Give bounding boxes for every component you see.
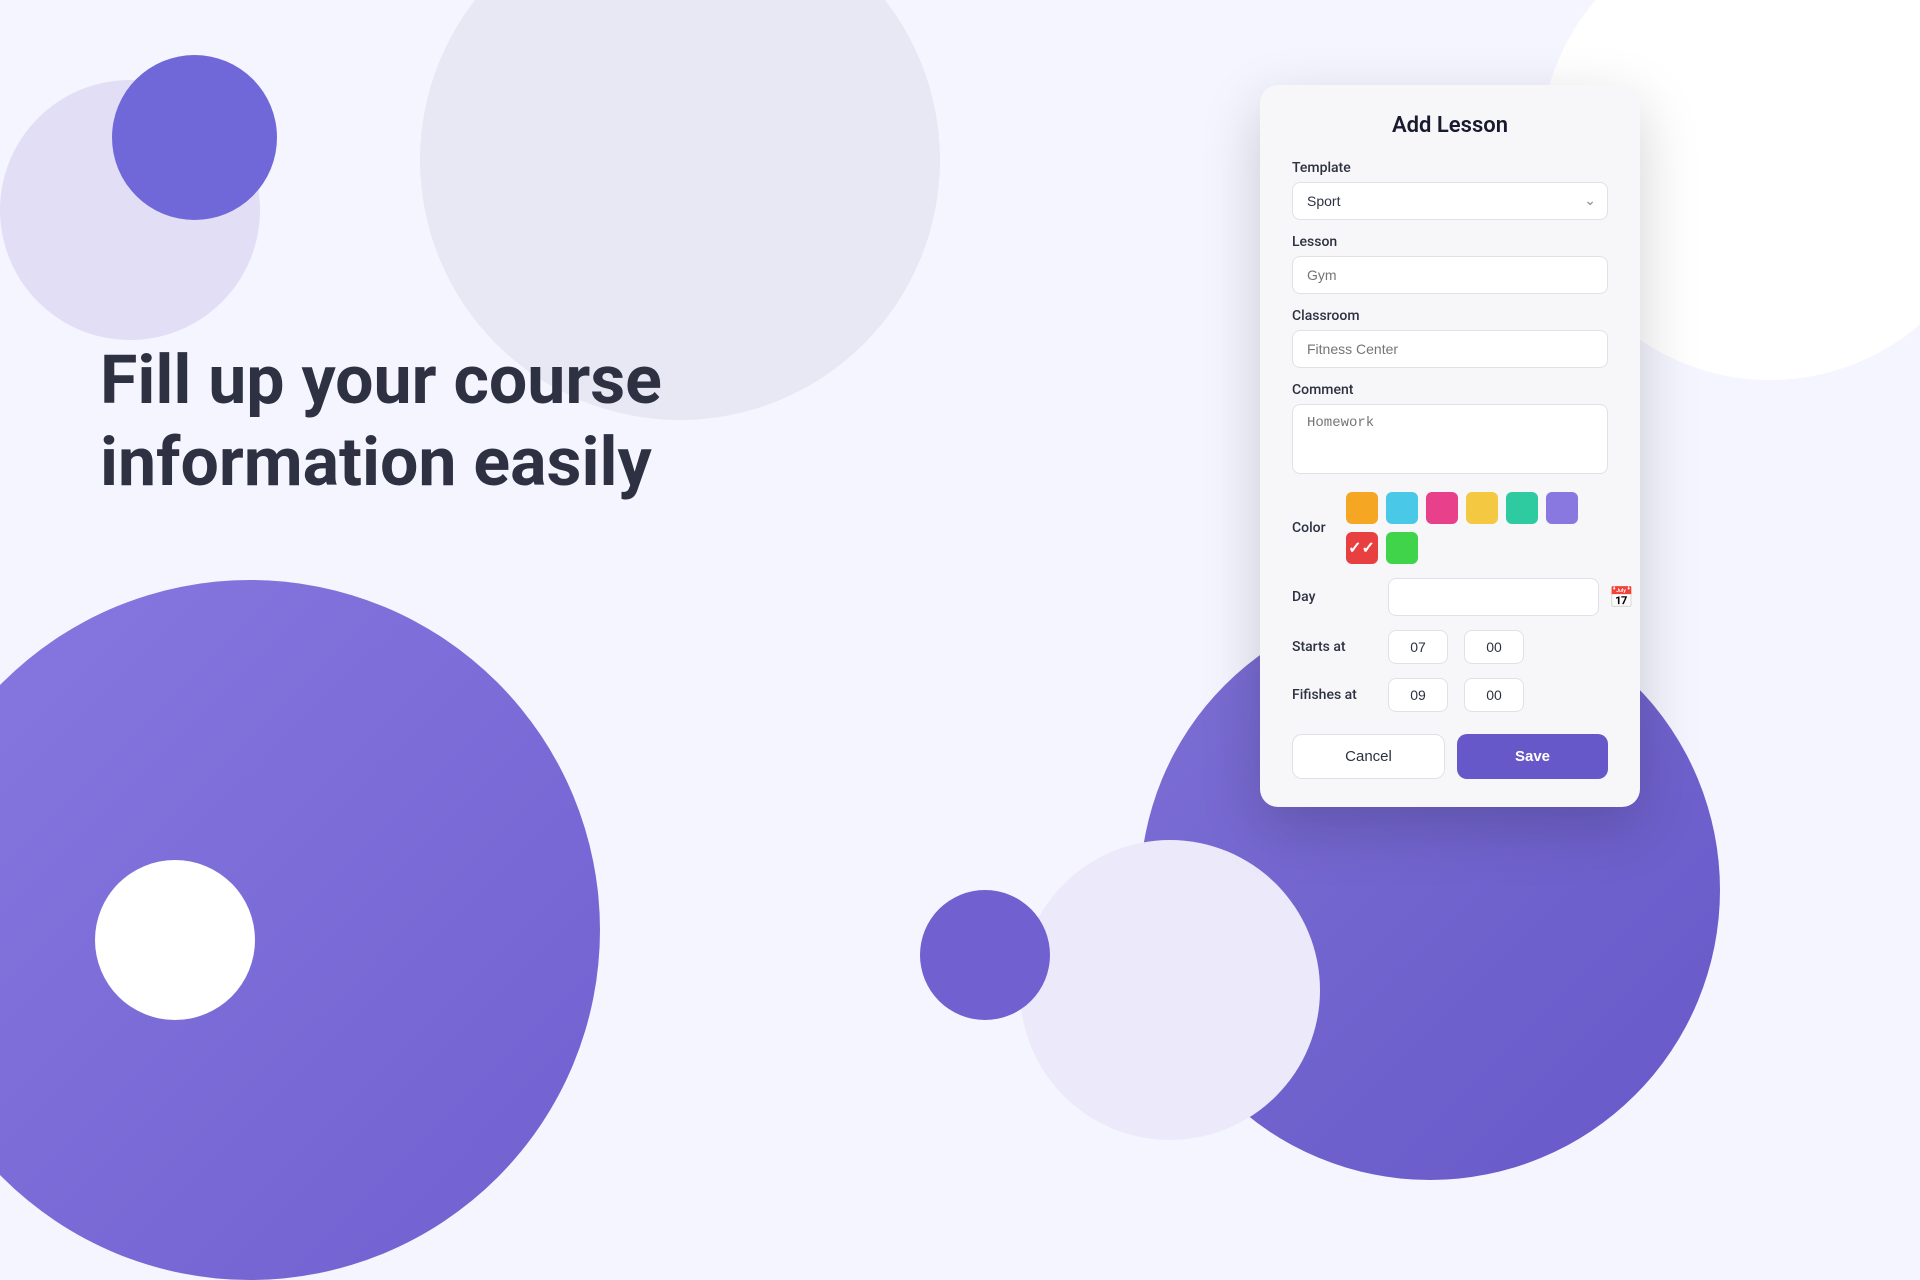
day-group: Day 📅	[1292, 578, 1608, 616]
bg-blob-small-blue	[112, 55, 277, 220]
modal-button-row: Cancel Save	[1292, 734, 1608, 779]
starts-at-time-row	[1388, 630, 1524, 664]
comment-textarea[interactable]	[1292, 404, 1608, 474]
template-group: Template Sport Music Science Art Math ⌄	[1292, 160, 1608, 220]
color-swatch-teal[interactable]	[1506, 492, 1538, 524]
classroom-input[interactable]	[1292, 330, 1608, 368]
comment-group: Comment	[1292, 382, 1608, 478]
bg-blob-large-purple	[0, 580, 600, 1280]
day-row: 📅	[1388, 578, 1634, 616]
hero-title-line1: Fill up your course	[100, 340, 662, 420]
comment-label: Comment	[1292, 382, 1608, 398]
classroom-label: Classroom	[1292, 308, 1608, 324]
lesson-group: Lesson	[1292, 234, 1608, 294]
finishes-at-time-row	[1388, 678, 1524, 712]
bg-blob-bottom-right	[1020, 840, 1320, 1140]
color-picker: ✓	[1346, 492, 1608, 564]
color-swatch-cyan[interactable]	[1386, 492, 1418, 524]
color-swatch-pink[interactable]	[1426, 492, 1458, 524]
color-swatch-orange[interactable]	[1346, 492, 1378, 524]
starts-at-label: Starts at	[1292, 639, 1372, 655]
template-label: Template	[1292, 160, 1608, 176]
save-button[interactable]: Save	[1457, 734, 1608, 779]
color-swatch-red-check[interactable]: ✓	[1346, 532, 1378, 564]
starts-at-hour[interactable]	[1388, 630, 1448, 664]
calendar-icon[interactable]: 📅	[1609, 585, 1634, 609]
color-group: Color ✓	[1292, 492, 1608, 564]
hero-text: Fill up your course information easily	[100, 340, 662, 503]
lesson-input[interactable]	[1292, 256, 1608, 294]
template-select[interactable]: Sport Music Science Art Math	[1292, 182, 1608, 220]
color-label: Color	[1292, 520, 1326, 536]
bg-blob-mid-circle	[920, 890, 1050, 1020]
color-swatch-yellow[interactable]	[1466, 492, 1498, 524]
cancel-button[interactable]: Cancel	[1292, 734, 1445, 779]
finishes-at-group: Fifishes at	[1292, 678, 1608, 712]
finishes-at-hour[interactable]	[1388, 678, 1448, 712]
starts-at-group: Starts at	[1292, 630, 1608, 664]
day-label: Day	[1292, 589, 1372, 605]
finishes-at-label: Fifishes at	[1292, 687, 1372, 703]
hero-title: Fill up your course information easily	[100, 340, 662, 503]
hero-title-line2: information easily	[100, 422, 652, 502]
bg-blob-bottom-left-white	[95, 860, 255, 1020]
starts-at-min[interactable]	[1464, 630, 1524, 664]
day-input[interactable]	[1388, 578, 1599, 616]
modal-title: Add Lesson	[1292, 113, 1608, 138]
add-lesson-modal: Add Lesson Template Sport Music Science …	[1260, 85, 1640, 807]
finishes-at-min[interactable]	[1464, 678, 1524, 712]
color-swatch-green[interactable]	[1386, 532, 1418, 564]
template-select-wrapper: Sport Music Science Art Math ⌄	[1292, 182, 1608, 220]
bg-blob-left-light	[0, 80, 260, 340]
lesson-label: Lesson	[1292, 234, 1608, 250]
classroom-group: Classroom	[1292, 308, 1608, 368]
color-swatch-purple[interactable]	[1546, 492, 1578, 524]
